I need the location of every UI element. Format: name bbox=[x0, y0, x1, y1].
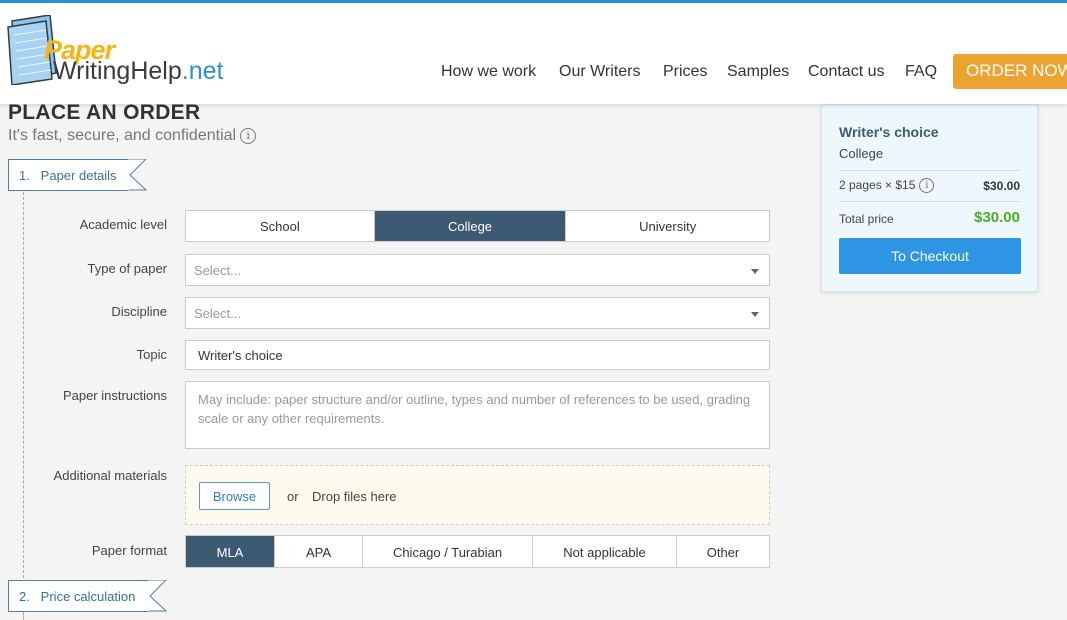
additional-materials-label: Additional materials bbox=[53, 468, 167, 483]
chevron-down-icon bbox=[751, 312, 759, 317]
type-of-paper-select[interactable]: Select... bbox=[185, 254, 770, 286]
academic-level-label: Academic level bbox=[79, 217, 167, 232]
order-now-button[interactable]: ORDER NOW bbox=[953, 54, 1067, 89]
page-title: PLACE AN ORDER bbox=[8, 101, 201, 124]
nav-how-we-work[interactable]: How we work bbox=[441, 63, 536, 81]
nav-prices[interactable]: Prices bbox=[663, 63, 707, 81]
step-connector bbox=[23, 612, 24, 620]
step-label: 1. Paper details bbox=[19, 168, 117, 183]
paper-format-selector: MLA APA Chicago / Turabian Not applicabl… bbox=[185, 535, 770, 568]
summary-level: College bbox=[839, 146, 884, 161]
summary-total-price: $30.00 bbox=[974, 209, 1020, 226]
summary-total-label: Total price bbox=[839, 212, 894, 226]
topic-input[interactable]: Writer's choice bbox=[185, 340, 770, 370]
step-paper-details[interactable]: 1. Paper details bbox=[8, 159, 148, 191]
format-option-apa[interactable]: APA bbox=[274, 536, 362, 567]
chevron-down-icon bbox=[751, 269, 759, 274]
nav-samples[interactable]: Samples bbox=[727, 63, 789, 81]
summary-divider bbox=[839, 201, 1021, 202]
summary-pages-price: $30.00 bbox=[983, 179, 1020, 193]
file-drop-zone[interactable]: Browse or Drop files here bbox=[185, 465, 770, 525]
ribbon-tail-icon bbox=[148, 580, 168, 612]
discipline-label: Discipline bbox=[111, 304, 167, 319]
drop-files-text: Drop files here bbox=[312, 489, 397, 504]
summary-title: Writer's choice bbox=[839, 124, 939, 140]
discipline-select[interactable]: Select... bbox=[185, 297, 770, 329]
format-option-not-applicable[interactable]: Not applicable bbox=[532, 536, 676, 567]
nav-faq[interactable]: FAQ bbox=[905, 63, 937, 81]
discipline-placeholder: Select... bbox=[194, 306, 241, 321]
logo-text-domain: .net bbox=[181, 57, 224, 85]
level-option-university[interactable]: University bbox=[565, 211, 769, 241]
format-option-chicago[interactable]: Chicago / Turabian bbox=[362, 536, 532, 567]
format-option-mla[interactable]: MLA bbox=[186, 536, 274, 567]
site-header: Paper WritingHelp.net How we work Our Wr… bbox=[0, 3, 1067, 104]
paper-instructions-textarea[interactable]: May include: paper structure and/or outl… bbox=[185, 381, 770, 449]
paper-instructions-label: Paper instructions bbox=[62, 388, 167, 403]
step-price-calculation[interactable]: 2. Price calculation bbox=[8, 580, 168, 612]
info-icon[interactable]: i bbox=[919, 178, 935, 193]
logo-text-writinghelp: WritingHelp.net bbox=[53, 57, 223, 86]
paper-format-label: Paper format bbox=[91, 543, 167, 558]
browse-button[interactable]: Browse bbox=[199, 482, 270, 510]
format-option-other[interactable]: Other bbox=[676, 536, 769, 567]
info-icon[interactable]: i bbox=[240, 128, 257, 144]
topic-label: Topic bbox=[136, 347, 167, 362]
step-label: 2. Price calculation bbox=[19, 589, 136, 604]
nav-contact-us[interactable]: Contact us bbox=[808, 63, 884, 81]
order-summary-panel: Writer's choice College 2 pages × $15 i $… bbox=[821, 104, 1038, 292]
level-option-college[interactable]: College bbox=[373, 211, 566, 241]
summary-divider bbox=[839, 170, 1021, 171]
topic-value: Writer's choice bbox=[198, 348, 283, 363]
logo-text-main: WritingHelp bbox=[53, 57, 182, 85]
summary-pages: 2 pages × $15 i bbox=[839, 178, 935, 193]
ribbon-tail-icon bbox=[128, 159, 148, 191]
type-of-paper-label: Type of paper bbox=[87, 261, 168, 276]
subtitle-text: It's fast, secure, and confidential bbox=[8, 127, 237, 144]
checkout-button[interactable]: To Checkout bbox=[839, 238, 1021, 274]
type-of-paper-placeholder: Select... bbox=[194, 263, 241, 278]
step-connector bbox=[23, 192, 24, 578]
level-option-school[interactable]: School bbox=[186, 211, 374, 241]
nav-our-writers[interactable]: Our Writers bbox=[559, 63, 640, 81]
instructions-placeholder: May include: paper structure and/or outl… bbox=[198, 392, 751, 426]
page-subtitle: It's fast, secure, and confidential i bbox=[8, 127, 257, 145]
site-logo[interactable]: Paper WritingHelp.net bbox=[6, 15, 256, 85]
academic-level-selector: School College University bbox=[185, 210, 770, 242]
summary-pages-text: 2 pages × $15 bbox=[839, 178, 916, 192]
drop-or-text: or bbox=[287, 489, 299, 504]
